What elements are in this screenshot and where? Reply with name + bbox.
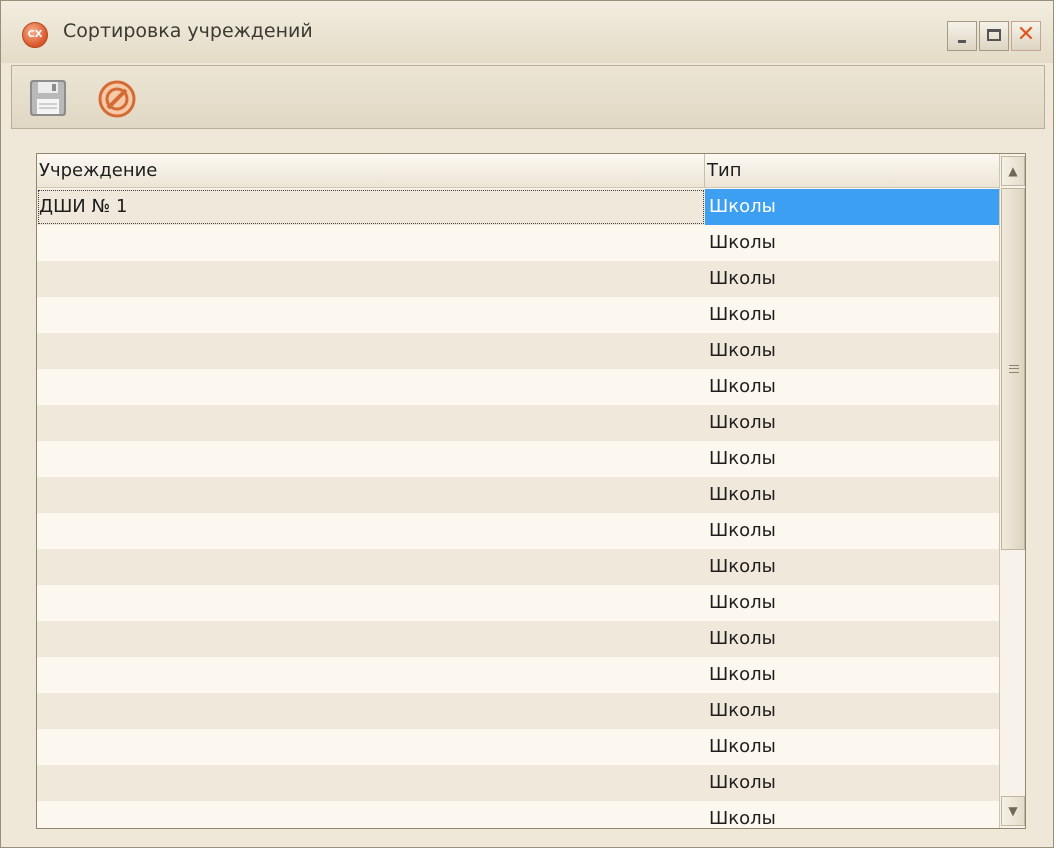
- cell-type[interactable]: Школы: [705, 333, 999, 369]
- cell-institution[interactable]: [37, 657, 705, 693]
- cell-institution[interactable]: [37, 765, 705, 801]
- cell-institution[interactable]: [37, 693, 705, 729]
- cell-institution[interactable]: [37, 405, 705, 441]
- minimize-button[interactable]: [947, 21, 977, 51]
- maximize-button[interactable]: [979, 21, 1009, 51]
- institutions-grid[interactable]: Учреждение Тип ДШИ № 1 Школы Школы Школы Шко…: [36, 153, 1026, 829]
- cell-institution[interactable]: [37, 297, 705, 333]
- cell-institution[interactable]: [37, 225, 705, 261]
- table-row[interactable]: Школы: [37, 801, 999, 828]
- scroll-down-button[interactable]: ▼: [1001, 796, 1025, 826]
- table-row[interactable]: Школы: [37, 657, 999, 693]
- toolbar: [11, 65, 1045, 129]
- column-header-type[interactable]: Тип: [705, 154, 999, 188]
- window-title: Сортировка учреждений: [63, 20, 313, 42]
- table-row[interactable]: Школы: [37, 225, 999, 261]
- cell-type[interactable]: Школы: [705, 693, 999, 729]
- scroll-thumb[interactable]: [1001, 188, 1025, 550]
- grid-rows: ДШИ № 1 Школы Школы Школы Школы Школы Школы Шко…: [37, 189, 999, 828]
- table-row[interactable]: Школы: [37, 369, 999, 405]
- grid-header: Учреждение Тип: [37, 154, 999, 188]
- cell-institution[interactable]: [37, 369, 705, 405]
- cell-type[interactable]: Школы: [705, 225, 999, 261]
- arrow-up-icon: ▲: [1008, 164, 1018, 178]
- cell-type[interactable]: Школы: [705, 405, 999, 441]
- title-bar[interactable]: CX Сортировка учреждений ✕: [1, 1, 1053, 63]
- cell-type[interactable]: Школы: [705, 261, 999, 297]
- cancel-circle-icon: [98, 80, 136, 118]
- cell-institution[interactable]: [37, 261, 705, 297]
- cell-institution[interactable]: [37, 333, 705, 369]
- table-row[interactable]: Школы: [37, 549, 999, 585]
- close-button[interactable]: ✕: [1011, 21, 1041, 51]
- minimize-icon: [958, 40, 966, 43]
- table-row[interactable]: Школы: [37, 585, 999, 621]
- cell-type[interactable]: Школы: [705, 585, 999, 621]
- table-row[interactable]: Школы: [37, 621, 999, 657]
- cell-type[interactable]: Школы: [705, 513, 999, 549]
- cancel-button[interactable]: [98, 80, 136, 118]
- close-icon: ✕: [1016, 22, 1036, 47]
- cell-type[interactable]: Школы: [705, 189, 999, 225]
- cell-institution[interactable]: ДШИ № 1: [37, 189, 705, 225]
- table-row[interactable]: Школы: [37, 333, 999, 369]
- cell-institution[interactable]: [37, 729, 705, 765]
- cell-type[interactable]: Школы: [705, 369, 999, 405]
- cell-type[interactable]: Школы: [705, 657, 999, 693]
- table-row[interactable]: Школы: [37, 441, 999, 477]
- cell-type[interactable]: Школы: [705, 477, 999, 513]
- cell-type[interactable]: Школы: [705, 441, 999, 477]
- table-row[interactable]: Школы: [37, 729, 999, 765]
- maximize-icon: [987, 29, 1001, 41]
- cell-institution[interactable]: [37, 513, 705, 549]
- cell-type[interactable]: Школы: [705, 801, 999, 828]
- cell-institution[interactable]: [37, 585, 705, 621]
- cell-type[interactable]: Школы: [705, 729, 999, 765]
- floppy-disk-icon: [30, 80, 66, 116]
- table-row[interactable]: ДШИ № 1 Школы: [37, 189, 999, 225]
- table-row[interactable]: Школы: [37, 693, 999, 729]
- save-button[interactable]: [28, 78, 68, 118]
- table-row[interactable]: Школы: [37, 261, 999, 297]
- table-row[interactable]: Школы: [37, 405, 999, 441]
- column-header-institution[interactable]: Учреждение: [37, 154, 705, 188]
- grip-icon: [1009, 365, 1019, 373]
- cell-institution[interactable]: [37, 621, 705, 657]
- cell-institution[interactable]: [37, 549, 705, 585]
- table-row[interactable]: Школы: [37, 297, 999, 333]
- arrow-down-icon: ▼: [1008, 804, 1018, 818]
- table-row[interactable]: Школы: [37, 765, 999, 801]
- table-row[interactable]: Школы: [37, 477, 999, 513]
- cell-institution[interactable]: [37, 801, 705, 828]
- cell-type[interactable]: Школы: [705, 549, 999, 585]
- vertical-scrollbar[interactable]: ▲ ▼: [999, 154, 1025, 828]
- cell-type[interactable]: Школы: [705, 621, 999, 657]
- cell-type[interactable]: Школы: [705, 297, 999, 333]
- scroll-up-button[interactable]: ▲: [1001, 156, 1025, 186]
- cell-institution[interactable]: [37, 441, 705, 477]
- app-icon[interactable]: CX: [22, 22, 48, 48]
- cell-institution[interactable]: [37, 477, 705, 513]
- table-row[interactable]: Школы: [37, 513, 999, 549]
- window: CX Сортировка учреждений ✕ Учреждение Ти…: [0, 0, 1054, 848]
- cell-type[interactable]: Школы: [705, 765, 999, 801]
